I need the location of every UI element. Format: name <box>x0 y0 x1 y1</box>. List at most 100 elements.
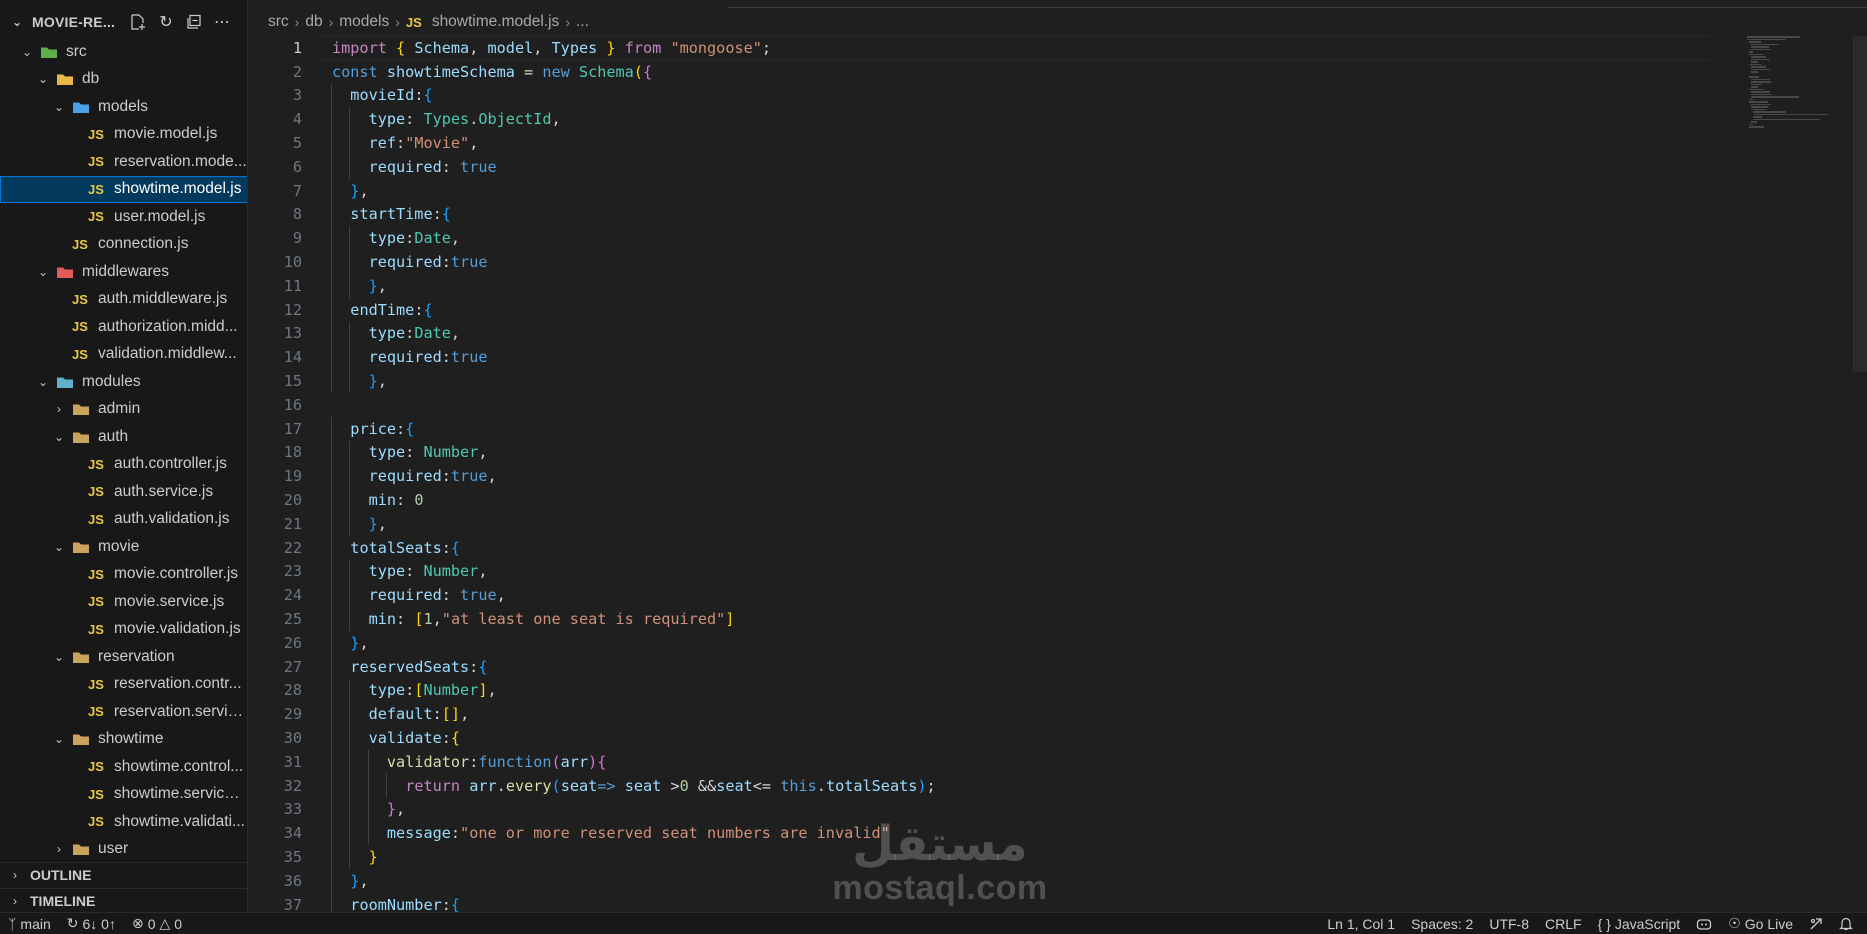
tree-file[interactable]: JS movie.model.js <box>0 121 247 149</box>
code-line[interactable]: 24 required: true, <box>248 583 1728 608</box>
chevron-right-icon[interactable]: › <box>52 402 66 416</box>
tree-file[interactable]: JS auth.controller.js <box>0 451 247 479</box>
code-line[interactable]: 25 min: [1,"at least one seat is required… <box>248 607 1728 632</box>
code-line[interactable]: 8 startTime:{ <box>248 202 1728 227</box>
new-file-icon[interactable] <box>127 11 149 33</box>
workspace-title[interactable]: MOVIE-RE... <box>32 14 127 30</box>
go-live-button[interactable]: ☉ Go Live <box>1720 915 1801 932</box>
sync-indicator[interactable]: ↻ 6↓ 0↑ <box>59 915 124 932</box>
breadcrumb-file[interactable]: showtime.model.js <box>432 13 560 31</box>
tree-file[interactable]: JS reservation.mode... <box>0 148 247 176</box>
code-lines[interactable]: 1 import { Schema, model, Types } from "m… <box>248 36 1728 917</box>
tree-file[interactable]: JS auth.service.js <box>0 478 247 506</box>
copilot-icon[interactable] <box>1688 917 1720 931</box>
cursor-position[interactable]: Ln 1, Col 1 <box>1319 916 1403 932</box>
tree-file[interactable]: JS authorization.midd... <box>0 313 247 341</box>
language-mode[interactable]: { } JavaScript <box>1590 916 1689 932</box>
chevron-down-icon[interactable]: ⌄ <box>20 45 34 59</box>
branch-indicator[interactable]: ᛉ main <box>0 916 59 932</box>
tree-file[interactable]: JS connection.js <box>0 231 247 259</box>
tree-folder[interactable]: ⌄ src <box>0 38 247 66</box>
tree-file[interactable]: JS reservation.servic... <box>0 698 247 726</box>
code-line[interactable]: 10 required:true <box>248 250 1728 275</box>
tree-file[interactable]: JS movie.validation.js <box>0 616 247 644</box>
code-line[interactable]: 4 type: Types.ObjectId, <box>248 107 1728 132</box>
breadcrumb-models[interactable]: models <box>339 13 389 31</box>
code-line[interactable]: 14 required:true <box>248 345 1728 370</box>
tree-file[interactable]: JS showtime.validati... <box>0 808 247 836</box>
indentation[interactable]: Spaces: 2 <box>1403 916 1481 932</box>
code-line[interactable]: 17 price:{ <box>248 416 1728 441</box>
breadcrumb-src[interactable]: src <box>268 13 289 31</box>
chevron-right-icon[interactable]: › <box>0 868 30 882</box>
tree-folder[interactable]: ⌄ db <box>0 66 247 94</box>
tree-folder[interactable]: › admin <box>0 396 247 424</box>
code-line[interactable]: 28 type:[Number], <box>248 678 1728 703</box>
tree-file[interactable]: JS movie.service.js <box>0 588 247 616</box>
code-line[interactable]: 2 const showtimeSchema = new Schema({ <box>248 60 1728 84</box>
breadcrumb-db[interactable]: db <box>305 13 322 31</box>
code-line[interactable]: 34 message:"one or more reserved seat num… <box>248 821 1728 846</box>
breadcrumb-symbol[interactable]: ... <box>576 13 589 31</box>
code-line[interactable]: 23 type: Number, <box>248 559 1728 584</box>
tree-file[interactable]: JS auth.middleware.js <box>0 286 247 314</box>
tree-folder[interactable]: ⌄ middlewares <box>0 258 247 286</box>
chevron-down-icon[interactable]: ⌄ <box>52 540 66 554</box>
code-line[interactable]: 18 type: Number, <box>248 440 1728 465</box>
code-line[interactable]: 29 default:[], <box>248 702 1728 727</box>
code-line[interactable]: 5 ref:"Movie", <box>248 131 1728 156</box>
code-line[interactable]: 16 <box>248 393 1728 417</box>
code-line[interactable]: 21}, <box>248 511 1728 536</box>
code-line[interactable]: 9 type:Date, <box>248 226 1728 251</box>
tree-folder[interactable]: ⌄ models <box>0 93 247 121</box>
code-line[interactable]: 22 totalSeats:{ <box>248 535 1728 560</box>
tree-folder[interactable]: ⌄ auth <box>0 423 247 451</box>
encoding[interactable]: UTF-8 <box>1481 916 1537 932</box>
code-line[interactable]: 15}, <box>248 369 1728 394</box>
vertical-scrollbar[interactable] <box>1853 36 1867 372</box>
chevron-down-icon[interactable]: ⌄ <box>36 72 50 86</box>
more-icon[interactable]: ⋯ <box>211 11 233 33</box>
code-line[interactable]: 27 reservedSeats:{ <box>248 654 1728 679</box>
minimap[interactable] <box>1747 36 1867 128</box>
bell-icon[interactable] <box>1831 916 1861 931</box>
tree-folder[interactable]: ⌄ showtime <box>0 726 247 754</box>
collapse-all-icon[interactable] <box>183 11 205 33</box>
code-line[interactable]: 12 endTime:{ <box>248 297 1728 322</box>
outline-section[interactable]: › OUTLINE <box>0 862 247 886</box>
end-of-line[interactable]: CRLF <box>1537 916 1590 932</box>
code-line[interactable]: 6 required: true <box>248 154 1728 179</box>
tree-file[interactable]: JS user.model.js <box>0 203 247 231</box>
outline-label[interactable]: OUTLINE <box>30 867 91 883</box>
problems-indicator[interactable]: ⊗ 0 △ 0 <box>124 915 190 932</box>
chevron-down-icon[interactable]: ⌄ <box>12 15 32 29</box>
chevron-down-icon[interactable]: ⌄ <box>52 100 66 114</box>
code-line[interactable]: 32 return arr.every(seat=> seat >0 &&seat… <box>248 773 1728 798</box>
tree-file[interactable]: JS showtime.service.js <box>0 781 247 809</box>
code-line[interactable]: 11}, <box>248 273 1728 298</box>
code-line[interactable]: 7}, <box>248 178 1728 203</box>
settings-sync-icon[interactable] <box>1801 917 1831 931</box>
code-line[interactable]: 30 validate:{ <box>248 726 1728 751</box>
chevron-down-icon[interactable]: ⌄ <box>36 375 50 389</box>
code-editor[interactable]: src › db › models › JS showtime.model.js… <box>248 0 1867 917</box>
tree-folder[interactable]: › user <box>0 836 247 864</box>
timeline-section[interactable]: › TIMELINE <box>0 888 247 912</box>
tree-folder[interactable]: ⌄ reservation <box>0 643 247 671</box>
tree-file[interactable]: JS auth.validation.js <box>0 506 247 534</box>
tree-file[interactable]: JS reservation.contr... <box>0 671 247 699</box>
chevron-down-icon[interactable]: ⌄ <box>52 430 66 444</box>
code-line[interactable]: 26}, <box>248 630 1728 655</box>
code-line[interactable]: 13 type:Date, <box>248 321 1728 346</box>
code-line[interactable]: 35} <box>248 845 1728 870</box>
tree-file[interactable]: JS showtime.model.js <box>0 175 247 203</box>
code-line[interactable]: 1 import { Schema, model, Types } from "m… <box>248 36 1728 60</box>
timeline-label[interactable]: TIMELINE <box>30 893 95 909</box>
code-line[interactable]: 20 min: 0 <box>248 488 1728 513</box>
chevron-right-icon[interactable]: › <box>0 894 30 908</box>
code-line[interactable]: 3 movieId:{ <box>248 83 1728 108</box>
code-line[interactable]: 36}, <box>248 868 1728 893</box>
refresh-icon[interactable]: ↻ <box>155 11 177 33</box>
tree-folder[interactable]: ⌄ modules <box>0 368 247 396</box>
code-line[interactable]: 19 required:true, <box>248 464 1728 489</box>
